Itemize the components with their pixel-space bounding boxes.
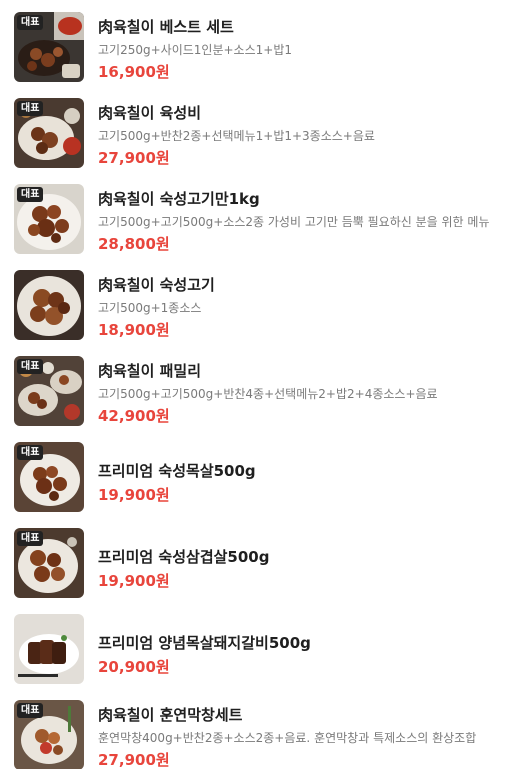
menu-item-thumbnail: 대표 <box>14 528 84 598</box>
menu-item-price: 19,900원 <box>98 572 170 590</box>
menu-item-description: 고기500g+고기500g+반찬4종+선택메뉴2+밥2+4종소스+음료 <box>98 387 438 401</box>
menu-item-price: 27,900원 <box>98 149 170 167</box>
menu-item-yukseongbi[interactable]: 대표 肉육칠이 육성비 고기500g+반찬2종+선택메뉴1+밥1+3종소스+음료… <box>0 86 514 172</box>
menu-item-title: 프리미엄 양념목살돼지갈비500g <box>98 634 311 652</box>
menu-item-thumbnail: 대표 <box>14 700 84 769</box>
menu-item-price: 42,900원 <box>98 407 170 425</box>
representative-badge: 대표 <box>17 531 44 546</box>
menu-item-description: 고기500g+1종소스 <box>98 301 202 315</box>
menu-item-thumbnail: 대표 <box>14 98 84 168</box>
menu-item-thumbnail: 대표 <box>14 184 84 254</box>
menu-item-thumbnail: 대표 <box>14 12 84 82</box>
menu-item-thumbnail <box>14 270 84 340</box>
menu-item-premium-galbi[interactable]: 프리미엄 양념목살돼지갈비500g 20,900원 <box>0 602 514 688</box>
menu-item-price: 18,900원 <box>98 321 170 339</box>
menu-item-aged-meat-1kg[interactable]: 대표 肉육칠이 숙성고기만1kg 고기500g+고기500g+소스2종 가성비 … <box>0 172 514 258</box>
menu-item-thumbnail: 대표 <box>14 442 84 512</box>
menu-item-smoked-makchang[interactable]: 대표 肉육칠이 훈연막창세트 훈연막창400g+반찬2종+소스2종+음료. 훈연… <box>0 688 514 769</box>
menu-item-description: 고기500g+고기500g+소스2종 가성비 고기만 듬뿍 필요하신 분을 위한… <box>98 215 490 229</box>
menu-item-price: 16,900원 <box>98 63 170 81</box>
menu-item-best-set[interactable]: 대표 肉육칠이 베스트 세트 고기250g+사이드1인분+소스1+밥1 16,9… <box>0 0 514 86</box>
menu-item-family[interactable]: 대표 肉육칠이 패밀리 고기500g+고기500g+반찬4종+선택메뉴2+밥2+… <box>0 344 514 430</box>
representative-badge: 대표 <box>17 187 44 202</box>
menu-item-premium-moksal[interactable]: 대표 프리미엄 숙성목살500g 19,900원 <box>0 430 514 516</box>
menu-item-title: 肉육칠이 패밀리 <box>98 362 202 380</box>
representative-badge: 대표 <box>17 359 44 374</box>
menu-item-title: 肉육칠이 육성비 <box>98 104 202 122</box>
menu-item-description: 훈연막창400g+반찬2종+소스2종+음료. 훈연막창과 특제소스의 환상조합 <box>98 731 477 745</box>
representative-badge: 대표 <box>17 703 44 718</box>
menu-item-title: 肉육칠이 베스트 세트 <box>98 18 234 36</box>
representative-badge: 대표 <box>17 101 44 116</box>
menu-item-aged-meat[interactable]: 肉육칠이 숙성고기 고기500g+1종소스 18,900원 <box>0 258 514 344</box>
representative-badge: 대표 <box>17 445 44 460</box>
menu-item-title: 肉육칠이 훈연막창세트 <box>98 706 243 724</box>
menu-list: 대표 肉육칠이 베스트 세트 고기250g+사이드1인분+소스1+밥1 16,9… <box>0 0 514 769</box>
menu-item-description: 고기500g+반찬2종+선택메뉴1+밥1+3종소스+음료 <box>98 129 375 143</box>
menu-item-title: 肉육칠이 숙성고기 <box>98 276 215 294</box>
menu-item-title: 肉육칠이 숙성고기만1kg <box>98 190 260 208</box>
menu-item-premium-samgyeopsal[interactable]: 대표 프리미엄 숙성삼겹살500g 19,900원 <box>0 516 514 602</box>
menu-item-title: 프리미엄 숙성목살500g <box>98 462 256 480</box>
menu-item-price: 19,900원 <box>98 486 170 504</box>
menu-item-thumbnail <box>14 614 84 684</box>
menu-item-title: 프리미엄 숙성삼겹살500g <box>98 548 270 566</box>
menu-item-price: 27,900원 <box>98 751 170 769</box>
menu-item-price: 28,800원 <box>98 235 170 253</box>
menu-item-thumbnail: 대표 <box>14 356 84 426</box>
menu-item-description: 고기250g+사이드1인분+소스1+밥1 <box>98 43 292 57</box>
menu-item-price: 20,900원 <box>98 658 170 676</box>
representative-badge: 대표 <box>17 15 44 30</box>
